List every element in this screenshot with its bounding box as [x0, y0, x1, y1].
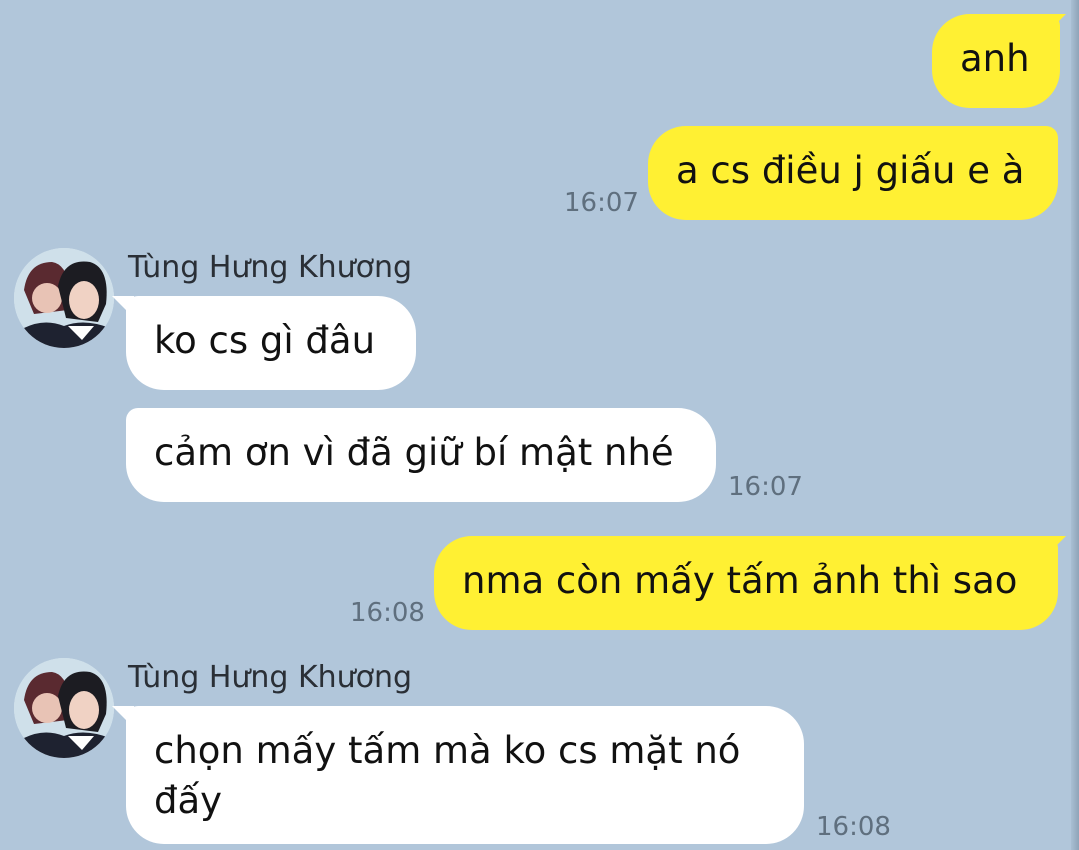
outgoing-message-bubble[interactable]: nma còn mấy tấm ảnh thì sao — [434, 536, 1058, 630]
avatar-photo — [14, 658, 114, 758]
contact-avatar[interactable] — [14, 248, 114, 348]
message-text: ko cs gì đâu — [154, 319, 376, 362]
message-timestamp: 16:07 — [564, 188, 639, 218]
outgoing-message-bubble[interactable]: a cs điều j giấu e à — [648, 126, 1058, 220]
incoming-message-bubble[interactable]: chọn mấy tấm mà ko cs mặt nó đấy — [126, 706, 804, 844]
message-text: anh — [960, 37, 1030, 80]
incoming-message-bubble[interactable]: cảm ơn vì đã giữ bí mật nhé — [126, 408, 716, 502]
message-timestamp: 16:08 — [350, 598, 425, 628]
message-text: cảm ơn vì đã giữ bí mật nhé — [154, 431, 674, 474]
message-text: a cs điều j giấu e à — [676, 149, 1025, 192]
message-timestamp: 16:07 — [728, 472, 803, 502]
message-text: chọn mấy tấm mà ko cs mặt nó đấy — [154, 729, 741, 822]
incoming-message-bubble[interactable]: ko cs gì đâu — [126, 296, 416, 390]
scroll-edge — [1071, 0, 1079, 850]
sender-name: Tùng Hưng Khương — [128, 250, 413, 285]
sender-name: Tùng Hưng Khương — [128, 660, 413, 695]
outgoing-message-bubble[interactable]: anh — [932, 14, 1060, 108]
avatar-photo — [14, 248, 114, 348]
message-timestamp: 16:08 — [816, 812, 891, 842]
contact-avatar[interactable] — [14, 658, 114, 758]
message-text: nma còn mấy tấm ảnh thì sao — [462, 559, 1018, 602]
